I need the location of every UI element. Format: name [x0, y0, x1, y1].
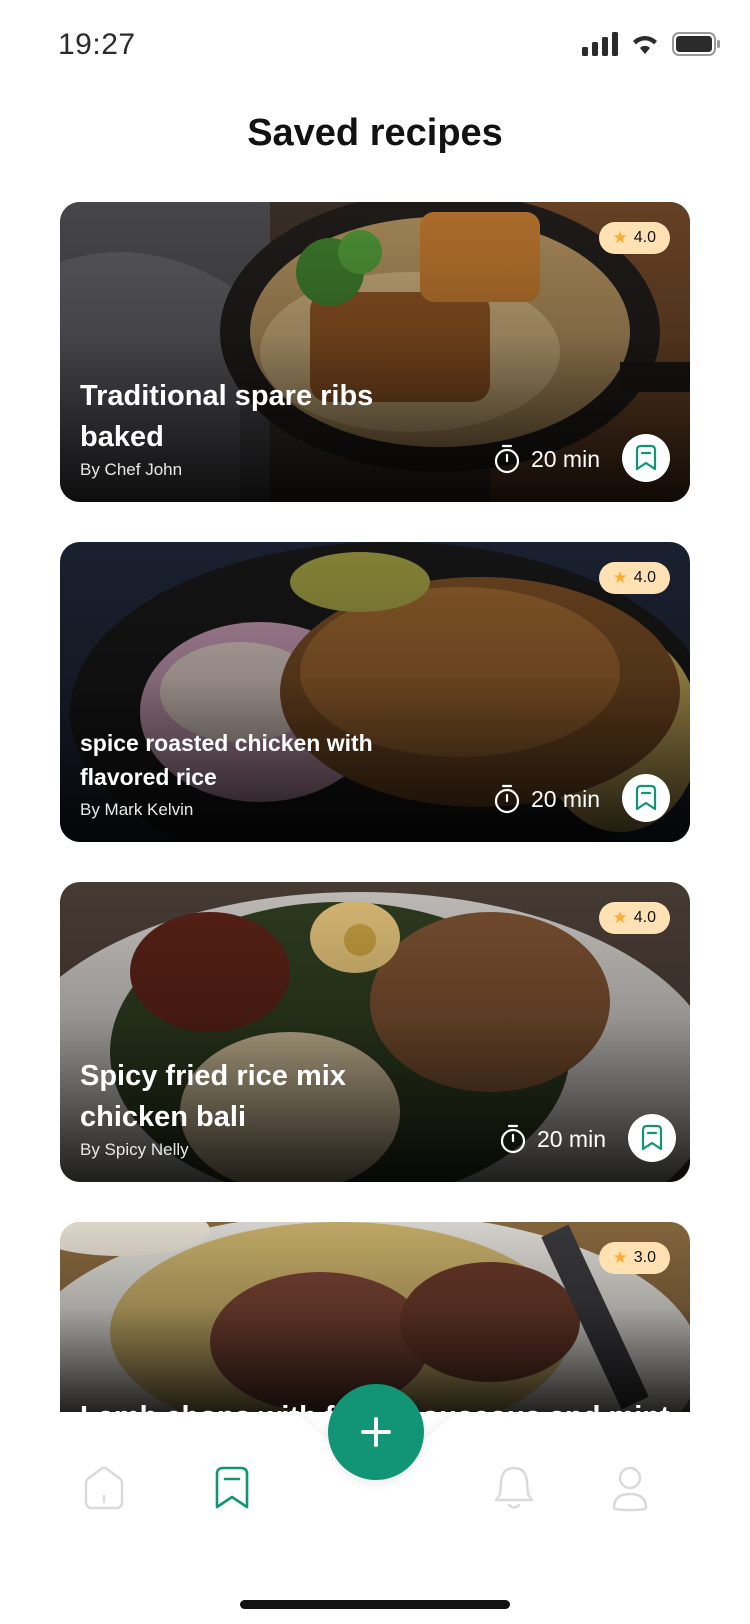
recipe-card[interactable]: ★ 4.0 spice roasted chicken with flavore… — [60, 542, 690, 842]
nav-notifications[interactable] — [488, 1462, 540, 1514]
status-icons — [582, 32, 720, 56]
rating-badge: ★ 4.0 — [598, 902, 670, 934]
recipe-title: Spicy fried rice mix chicken bali — [80, 1060, 346, 1133]
bookmark-icon — [215, 1466, 249, 1509]
cook-time: 20 min — [493, 444, 600, 474]
bookmark-icon — [635, 444, 657, 471]
nav-saved[interactable] — [206, 1462, 258, 1514]
nav-home[interactable] — [78, 1462, 130, 1514]
status-time: 19:27 — [58, 28, 136, 61]
cook-time: 20 min — [493, 784, 600, 814]
rating-value: 4.0 — [633, 569, 656, 586]
cellular-signal-icon — [582, 32, 618, 56]
page-title: Saved recipes — [247, 112, 503, 154]
bookmark-icon — [641, 1124, 663, 1151]
status-bar: 19:27 — [0, 0, 750, 92]
recipe-title: spice roasted chicken with flavored rice — [80, 730, 373, 790]
bottom-nav — [0, 1384, 750, 1624]
recipe-title: Traditional spare ribs baked — [80, 380, 374, 453]
recipe-author: By Spicy Nelly — [80, 1140, 189, 1159]
saved-recipes-list: ★ 4.0 Traditional spare ribs baked By Ch… — [60, 202, 690, 1412]
star-icon: ★ — [612, 908, 628, 927]
star-icon: ★ — [612, 568, 628, 587]
bookmark-button[interactable] — [628, 1114, 676, 1162]
bookmark-button[interactable] — [622, 774, 670, 822]
rating-badge: ★ 3.0 — [598, 1242, 670, 1274]
rating-badge: ★ 4.0 — [598, 562, 670, 594]
bookmark-icon — [635, 784, 657, 811]
timer-icon — [500, 1124, 526, 1154]
timer-icon — [494, 784, 520, 814]
home-indicator — [240, 1600, 510, 1609]
cook-time: 20 min — [499, 1124, 606, 1154]
rating-badge: ★ 4.0 — [598, 222, 670, 254]
rating-value: 3.0 — [633, 1249, 656, 1266]
timer-icon — [494, 444, 520, 474]
battery-icon — [672, 32, 720, 56]
home-icon — [84, 1466, 124, 1510]
rating-value: 4.0 — [633, 229, 656, 246]
recipe-card[interactable]: ★ 4.0 Traditional spare ribs baked By Ch… — [60, 202, 690, 502]
bell-icon — [494, 1466, 534, 1509]
add-recipe-button[interactable] — [328, 1384, 424, 1480]
profile-icon — [612, 1466, 648, 1512]
plus-icon — [361, 1417, 391, 1447]
cook-time-value: 20 min — [530, 785, 600, 812]
recipe-title: Lamb chops with fruity couscous and mint — [80, 1397, 670, 1412]
recipe-author: By Mark Kelvin — [80, 800, 194, 819]
cook-time-value: 20 min — [530, 445, 600, 472]
recipe-author: By Chef John — [80, 460, 183, 479]
nav-profile[interactable] — [604, 1462, 656, 1514]
rating-value: 4.0 — [633, 909, 656, 926]
wifi-icon — [633, 36, 657, 54]
cook-time-value: 20 min — [536, 1125, 606, 1152]
recipe-card[interactable]: ★ 4.0 Spicy fried rice mix chicken bali … — [60, 882, 690, 1182]
bookmark-button[interactable] — [622, 434, 670, 482]
star-icon: ★ — [612, 228, 628, 247]
star-icon: ★ — [612, 1248, 628, 1267]
